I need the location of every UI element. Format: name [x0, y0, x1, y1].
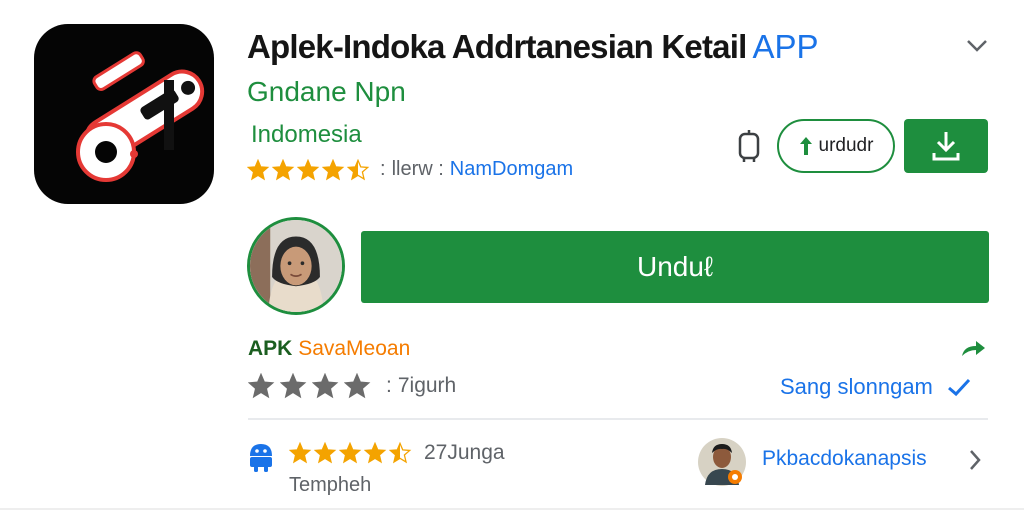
review-rating-stars — [289, 442, 414, 464]
app-title: Aplek-Indoka Addrtanesian Ketail APP — [247, 28, 819, 66]
device-icon[interactable] — [733, 128, 765, 164]
android-robot-icon — [247, 440, 275, 472]
rating-text: llerw : — [391, 158, 444, 180]
apk-rating-separator: : — [386, 374, 392, 397]
reviewer-name[interactable]: Pkbacdokanapsis — [762, 447, 927, 471]
developer-link[interactable]: Gndane Npn — [247, 76, 406, 108]
apk-rating-count: 7igurh — [397, 374, 457, 397]
bottom-divider — [0, 508, 1024, 510]
share-arrow-icon[interactable] — [958, 336, 988, 360]
app-title-text: Aplek-Indoka Addrtanesian Ketail — [247, 28, 747, 65]
star-icon — [389, 442, 412, 464]
country-label: Indomesia — [251, 121, 362, 148]
rating-stars — [247, 158, 372, 181]
apk-label-prefix: APK — [248, 337, 293, 360]
rating-separator: : — [380, 158, 386, 180]
publisher-avatar — [247, 217, 345, 315]
upload-button[interactable]: urdudr — [777, 119, 895, 173]
star-icon — [312, 373, 339, 399]
upload-button-label: urdudr — [818, 135, 874, 156]
review-rating: 27Junga — [289, 441, 505, 465]
chevron-down-icon[interactable] — [962, 34, 992, 58]
star-icon — [314, 442, 337, 464]
verified-status[interactable]: Sang slonngam — [780, 374, 971, 400]
apk-rating: : 7igurh — [248, 373, 456, 399]
star-icon — [322, 158, 345, 180]
verified-text: Sang slonngam — [780, 374, 933, 399]
review-count: 27Junga — [424, 441, 505, 464]
star-icon — [297, 158, 320, 180]
divider — [248, 418, 988, 420]
apk-label-suffix: SavaMeoan — [298, 337, 411, 360]
install-button-label: Unduℓ — [637, 251, 713, 282]
download-icon-button[interactable] — [904, 119, 988, 173]
apk-label: APK SavaMeoan — [248, 337, 410, 361]
star-icon — [248, 373, 275, 399]
star-icon — [272, 158, 295, 180]
star-icon — [364, 442, 387, 464]
category-label: Tempheh — [289, 474, 372, 496]
app-logo-icon — [34, 24, 214, 204]
star-icon — [339, 442, 362, 464]
star-icon — [347, 158, 370, 180]
arrow-up-icon — [799, 137, 812, 155]
reviewer-avatar[interactable] — [697, 437, 747, 487]
star-icon — [247, 158, 270, 180]
star-icon — [280, 373, 307, 399]
download-icon — [932, 132, 960, 161]
app-title-accent: APP — [752, 28, 819, 65]
star-icon — [344, 373, 371, 399]
chevron-right-icon[interactable] — [966, 447, 984, 473]
install-button[interactable]: Unduℓ — [361, 231, 989, 303]
check-icon — [947, 378, 970, 397]
app-rating: : llerw : NamDomgam — [247, 158, 573, 181]
star-icon — [289, 442, 312, 464]
apk-rating-stars — [248, 373, 376, 399]
rating-link[interactable]: NamDomgam — [450, 158, 573, 181]
